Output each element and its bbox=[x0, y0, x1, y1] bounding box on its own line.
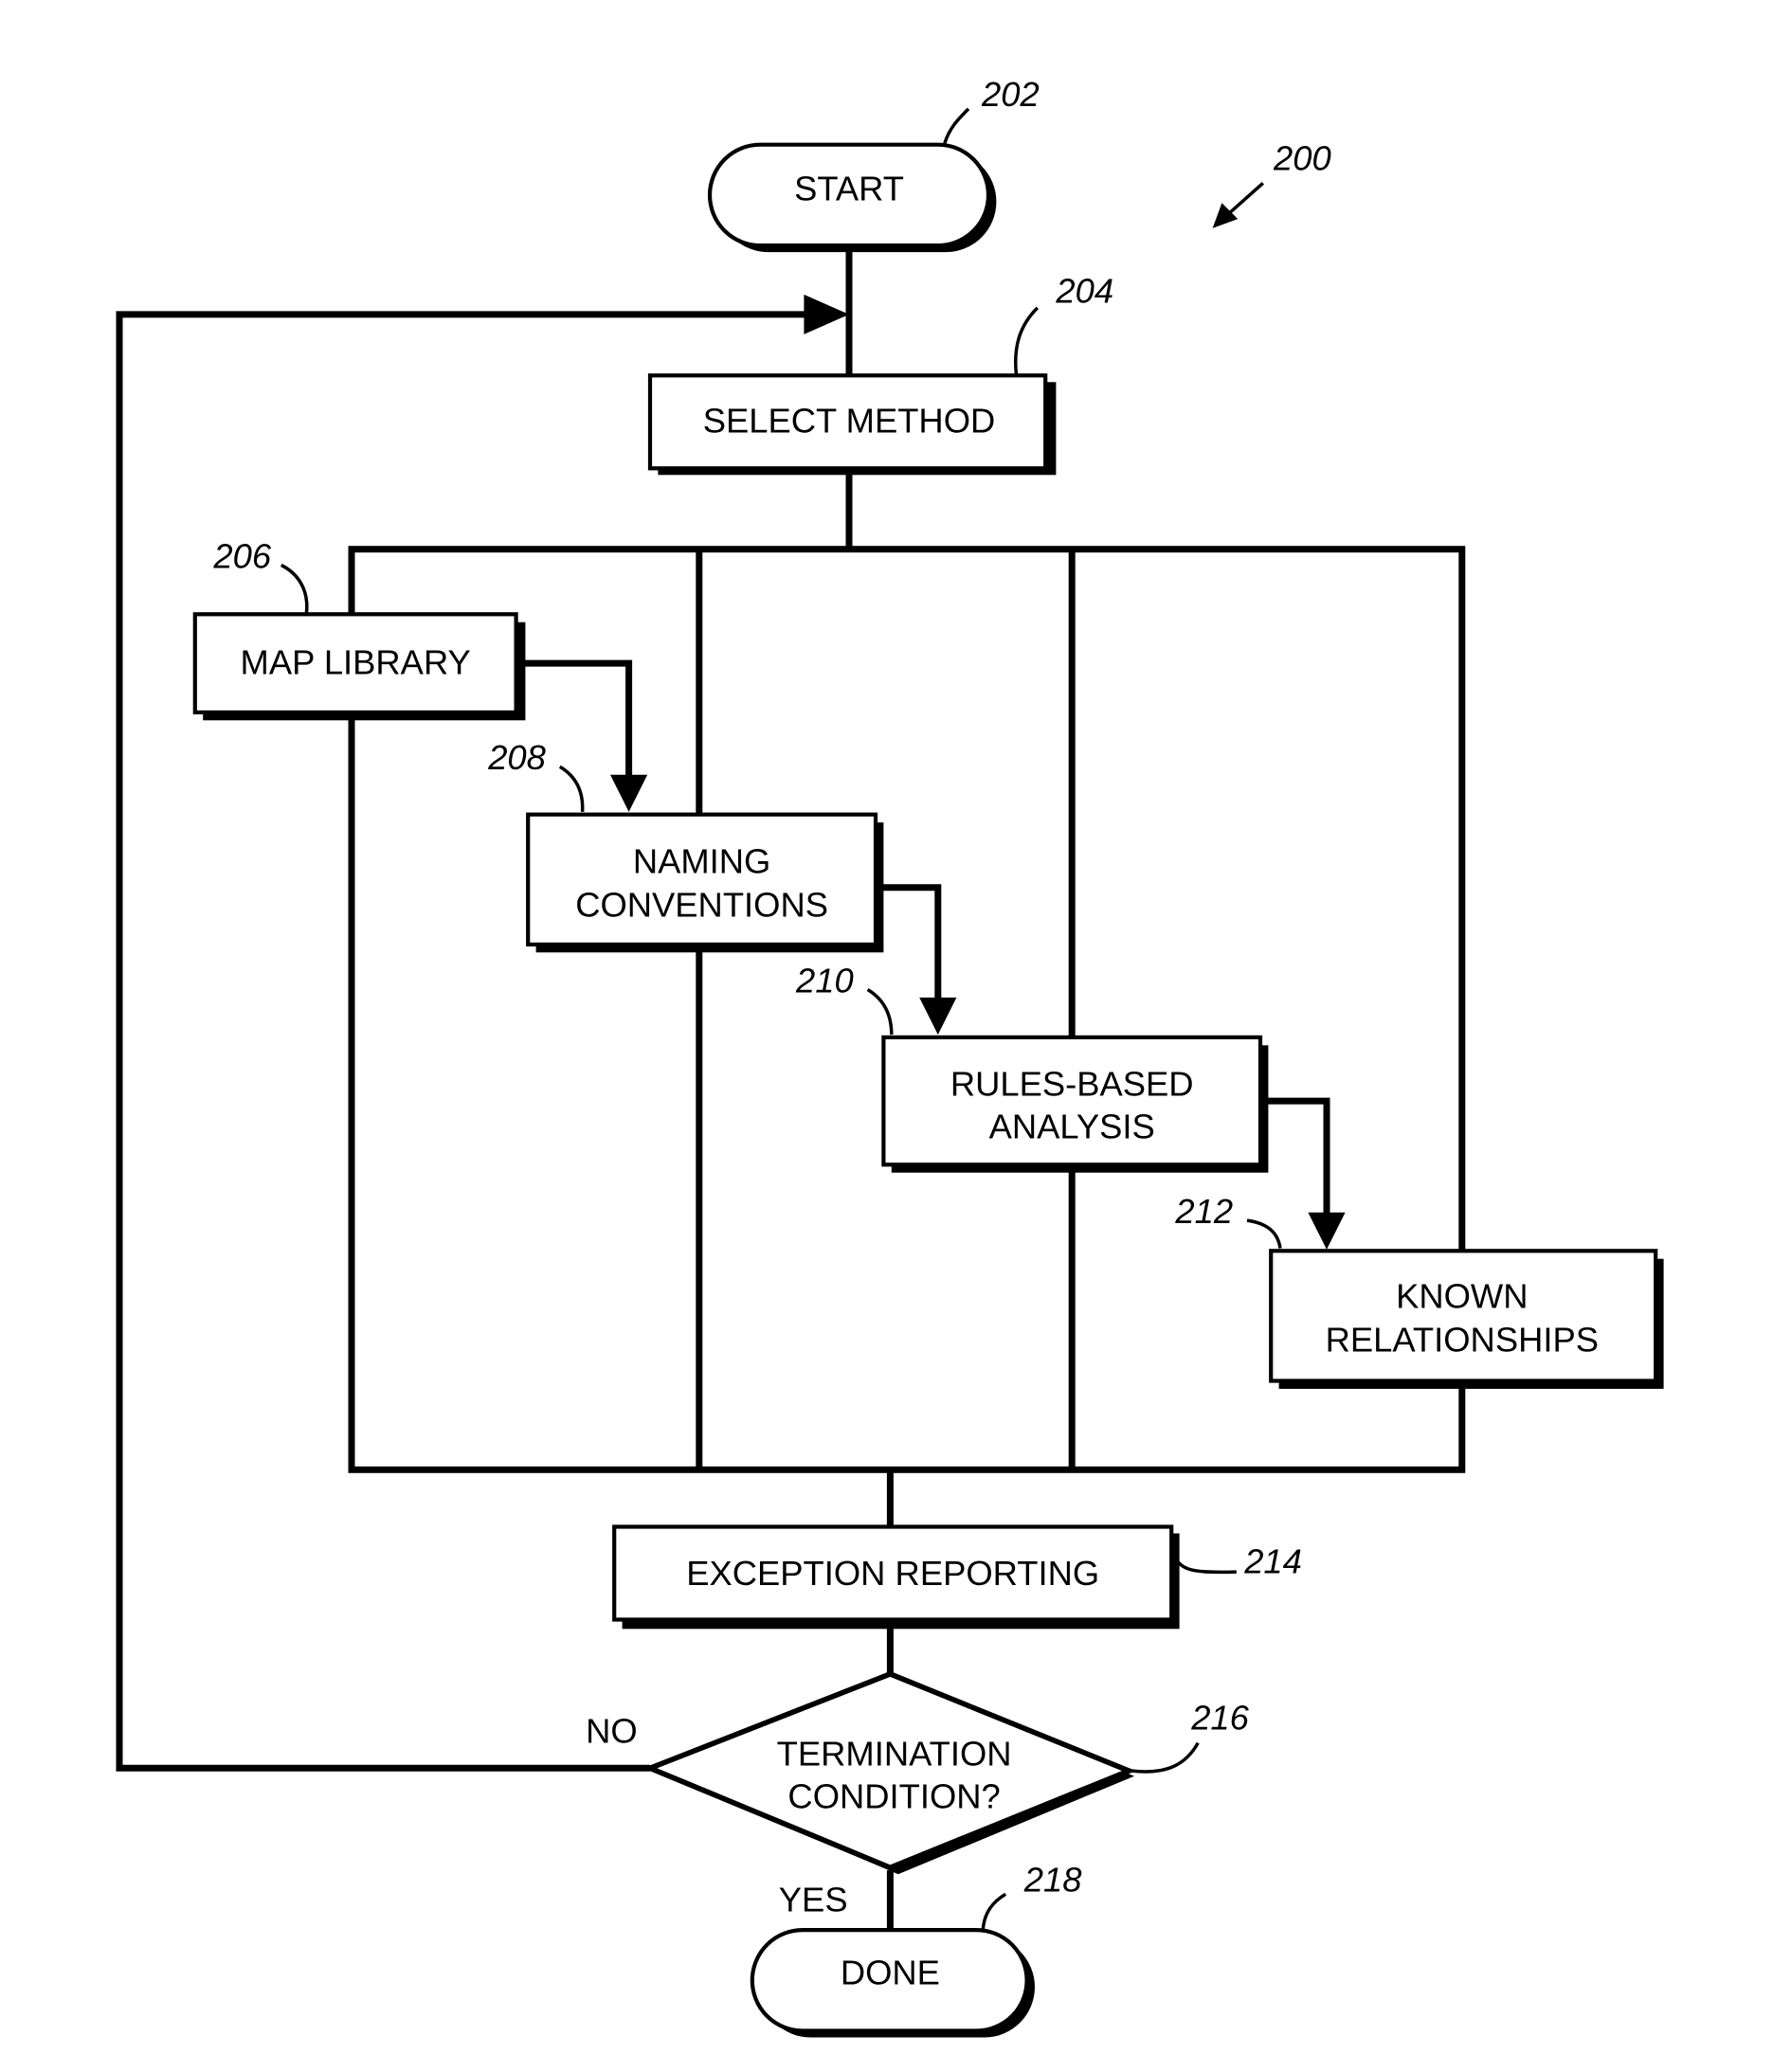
naming-conventions-box: NAMING CONVENTIONS bbox=[526, 812, 884, 953]
arrowhead-icon bbox=[610, 774, 648, 812]
ref-218: 218 bbox=[1023, 1861, 1082, 1900]
naming-conventions-label-line1: NAMING bbox=[633, 841, 771, 880]
known-relationships-label-line1: KNOWN bbox=[1396, 1277, 1528, 1316]
ref-208: 208 bbox=[487, 738, 546, 777]
ref-206: 206 bbox=[212, 536, 271, 575]
termination-label-line1: TERMINATION bbox=[777, 1735, 1012, 1774]
ref-212: 212 bbox=[1174, 1192, 1233, 1231]
map-library-box: MAP LIBRARY bbox=[192, 612, 526, 721]
ref-202: 202 bbox=[981, 75, 1040, 114]
leader-216 bbox=[1131, 1741, 1200, 1774]
leader-214 bbox=[1173, 1558, 1237, 1575]
no-label: NO bbox=[586, 1712, 638, 1751]
done-terminal: DONE bbox=[750, 1927, 1035, 2038]
exception-reporting-label: EXCEPTION REPORTING bbox=[686, 1554, 1099, 1593]
edge-rules-known bbox=[1265, 1097, 1346, 1250]
arrowhead-icon bbox=[919, 997, 957, 1036]
known-relationships-box: KNOWN RELATIONSHIPS bbox=[1269, 1249, 1664, 1389]
loop-arrowhead-icon bbox=[804, 294, 849, 334]
leader-202 bbox=[943, 107, 970, 144]
rules-based-label-line2: ANALYSIS bbox=[989, 1107, 1155, 1145]
leader-208 bbox=[558, 765, 585, 812]
arrowhead-icon bbox=[1308, 1212, 1346, 1250]
figure-pointer-arrow bbox=[1212, 181, 1264, 228]
ref-214: 214 bbox=[1243, 1542, 1302, 1581]
leader-218 bbox=[981, 1892, 1007, 1929]
done-label: DONE bbox=[841, 1954, 940, 1992]
figure-ref-200: 200 bbox=[1273, 138, 1331, 177]
exception-reporting-box: EXCEPTION REPORTING bbox=[612, 1524, 1180, 1630]
ref-210: 210 bbox=[795, 961, 854, 1000]
leader-206 bbox=[280, 563, 309, 614]
leader-212 bbox=[1246, 1218, 1282, 1249]
leader-204 bbox=[1014, 306, 1040, 375]
rules-based-analysis-box: RULES-BASED ANALYSIS bbox=[881, 1035, 1269, 1173]
termination-label-line2: CONDITION? bbox=[787, 1776, 1000, 1815]
edge-naming-rules bbox=[880, 884, 957, 1036]
flowchart-200: 200 START 202 SELECT METHOD 204 MAP LIBR… bbox=[116, 75, 1664, 2038]
ref-216: 216 bbox=[1190, 1699, 1249, 1738]
ref-204: 204 bbox=[1055, 271, 1113, 310]
termination-condition-decision: TERMINATION CONDITION? bbox=[642, 1670, 1136, 1875]
known-relationships-label-line2: RELATIONSHIPS bbox=[1326, 1321, 1599, 1360]
start-terminal: START bbox=[707, 142, 997, 253]
yes-label: YES bbox=[779, 1881, 848, 1919]
map-library-label: MAP LIBRARY bbox=[241, 642, 471, 681]
select-method-label: SELECT METHOD bbox=[703, 402, 996, 441]
leader-210 bbox=[866, 987, 894, 1036]
rules-based-label-line1: RULES-BASED bbox=[950, 1065, 1194, 1104]
start-label: START bbox=[794, 170, 904, 208]
select-method-box: SELECT METHOD bbox=[647, 373, 1057, 476]
naming-conventions-label-line2: CONVENTIONS bbox=[575, 886, 828, 925]
